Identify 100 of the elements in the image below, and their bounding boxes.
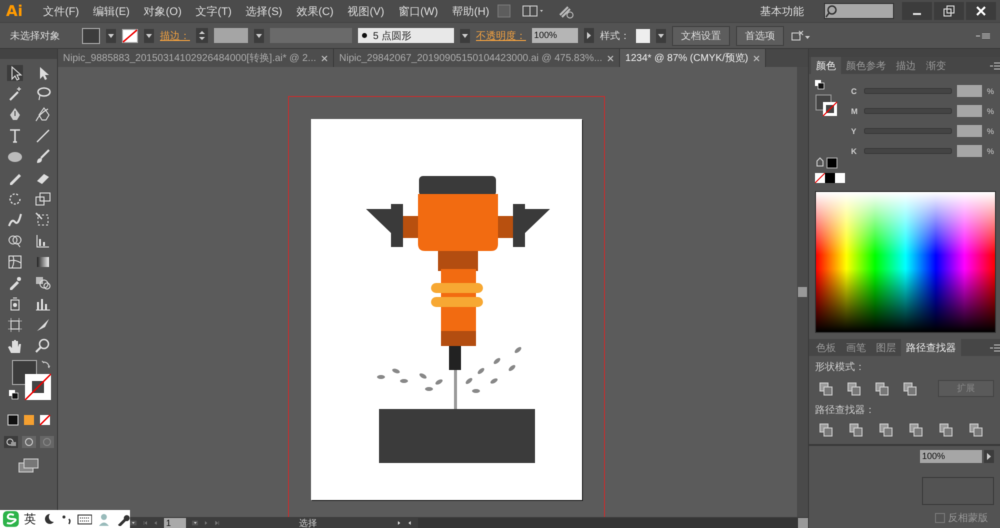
panel-menu-icon[interactable] — [990, 60, 1000, 70]
mesh-icon[interactable] — [6, 254, 22, 270]
gradient-mode-icon[interactable] — [22, 414, 34, 426]
dropdown-arrow-icon[interactable] — [255, 32, 263, 40]
close-icon[interactable] — [966, 2, 996, 20]
paintbrush-icon[interactable] — [34, 149, 50, 165]
draw-normal-icon[interactable] — [4, 436, 18, 448]
minus-back-icon[interactable] — [969, 423, 983, 437]
vertical-scrollbar[interactable] — [797, 67, 808, 517]
menu-item[interactable]: 文件(F) — [36, 4, 86, 18]
panel-tab[interactable]: 路径查找器 — [901, 338, 961, 356]
zoom-dropdown-icon[interactable] — [130, 518, 137, 528]
first-page-icon[interactable] — [142, 518, 148, 528]
fill-stroke-swatches[interactable] — [12, 360, 50, 400]
brush-dropdown[interactable]: 5 点圆形 — [358, 28, 454, 43]
color-mode-icon[interactable] — [6, 414, 18, 426]
intersect-icon[interactable] — [875, 382, 889, 396]
invert-mask-checkbox[interactable] — [935, 513, 945, 523]
restore-icon[interactable] — [934, 2, 964, 20]
out-of-gamut-swatch[interactable] — [815, 156, 839, 169]
menu-item[interactable]: 效果(C) — [289, 4, 341, 18]
panel-tab[interactable]: 色板 — [811, 338, 841, 356]
opacity-label[interactable]: 不透明度： — [476, 28, 526, 42]
opacity-field[interactable]: 100% — [920, 450, 982, 463]
fill-swatch[interactable] — [82, 28, 100, 44]
channel-slider[interactable] — [864, 88, 952, 94]
search-field[interactable] — [824, 3, 894, 19]
trim-icon[interactable] — [849, 423, 863, 437]
menu-item[interactable]: 对象(O) — [136, 4, 189, 18]
wrench-icon[interactable] — [116, 512, 130, 526]
chart-icon[interactable] — [34, 233, 50, 249]
divide-icon[interactable] — [819, 423, 833, 437]
menu-item[interactable]: 文字(T) — [188, 4, 239, 18]
scroll-left-icon[interactable] — [407, 518, 412, 528]
line-segment-icon[interactable] — [34, 128, 50, 144]
warp-icon[interactable] — [6, 212, 22, 228]
workspace-switcher[interactable]: 基本功能 — [760, 4, 804, 18]
opacity-field[interactable]: 100% — [532, 28, 578, 43]
shape-builder-icon[interactable] — [6, 233, 22, 249]
color-spectrum[interactable] — [815, 191, 996, 333]
curvature-pen-icon[interactable] — [34, 107, 50, 123]
draw-behind-icon[interactable] — [22, 436, 36, 448]
stroke-label[interactable]: 描边： — [160, 28, 190, 42]
channel-value-field[interactable] — [956, 145, 982, 157]
exclude-icon[interactable] — [903, 382, 917, 396]
minimize-icon[interactable] — [902, 2, 932, 20]
panel-menu-icon[interactable] — [990, 342, 1000, 352]
transform-icon[interactable] — [790, 28, 810, 42]
scrollbar-thumb[interactable] — [798, 287, 807, 297]
stepper-icon[interactable] — [196, 28, 208, 43]
gradient-icon[interactable] — [34, 254, 50, 270]
menu-item[interactable]: 选择(S) — [238, 4, 290, 18]
hand-icon[interactable] — [6, 338, 22, 354]
document-tab[interactable]: Nipic_29842067_20190905150104423000.ai @ 475.83%... — [334, 49, 620, 67]
free-transform-icon[interactable] — [34, 212, 50, 228]
page-field[interactable]: 1 — [164, 518, 186, 528]
menu-item[interactable]: 编辑(E) — [86, 4, 137, 18]
magic-wand-icon[interactable] — [6, 86, 22, 102]
document-tab[interactable]: Nipic_9885883_20150314102926484000[转换].ai* @ 2... — [58, 49, 334, 67]
toolbar-button[interactable]: 首选项 — [736, 26, 784, 46]
panel-tab[interactable]: 颜色 — [811, 56, 841, 74]
default-colors-icon[interactable] — [815, 80, 825, 90]
panel-tab[interactable]: 渐变 — [921, 56, 951, 74]
quick-swatches[interactable] — [815, 173, 845, 183]
last-page-icon[interactable] — [215, 518, 220, 528]
flyout-arrow-icon[interactable] — [984, 450, 994, 463]
column-chart-icon[interactable] — [34, 296, 50, 312]
menu-item[interactable]: 窗口(W) — [391, 4, 445, 18]
channel-slider[interactable] — [864, 148, 952, 154]
scale-icon[interactable] — [34, 191, 50, 207]
zoom-icon[interactable] — [34, 338, 50, 354]
toolbar-button[interactable]: 文档设置 — [672, 26, 730, 46]
document-tab[interactable]: 1234* @ 87% (CMYK/预览) — [620, 49, 766, 67]
fill-stroke-swatch[interactable] — [815, 94, 839, 118]
channel-value-field[interactable] — [956, 125, 982, 137]
scrollbar-thumb[interactable] — [798, 518, 808, 528]
channel-value-field[interactable] — [956, 85, 982, 97]
none-mode-icon[interactable] — [38, 414, 50, 426]
status-tool[interactable]: 选择 — [226, 516, 391, 528]
dropdown-arrow-icon[interactable] — [461, 32, 469, 40]
previous-page-icon[interactable] — [153, 518, 158, 528]
menu-item[interactable]: 视图(V) — [340, 4, 392, 18]
crop-icon[interactable] — [909, 423, 923, 437]
channel-slider[interactable] — [864, 128, 952, 134]
ellipse-icon[interactable] — [6, 149, 22, 165]
dropdown-arrow-icon[interactable] — [657, 32, 665, 40]
horizontal-scrollbar[interactable] — [418, 518, 808, 528]
arrange-documents-icon[interactable] — [522, 3, 544, 19]
menu-item[interactable]: 帮助(H) — [445, 4, 496, 18]
panel-tab[interactable]: 图层 — [871, 338, 901, 356]
ime-language[interactable]: 英 — [24, 510, 36, 528]
channel-slider[interactable] — [864, 108, 952, 114]
panel-tab[interactable]: 描边 — [891, 56, 921, 74]
stroke-none-swatch[interactable] — [122, 28, 138, 42]
outline-icon[interactable] — [939, 423, 953, 437]
artboard-icon[interactable] — [6, 317, 22, 333]
keyboard-icon[interactable] — [76, 512, 92, 526]
swap-arrows-icon[interactable] — [40, 360, 50, 370]
panel-tab[interactable]: 颜色参考 — [841, 56, 891, 74]
rotate-icon[interactable] — [6, 191, 22, 207]
